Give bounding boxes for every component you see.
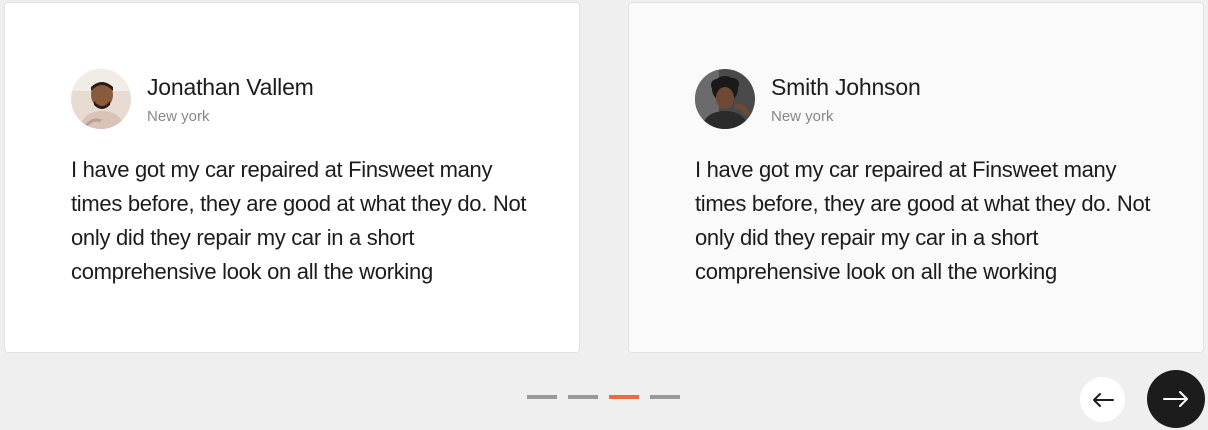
testimonial-quote: I have got my car repaired at Finsweet m…: [695, 157, 1151, 284]
testimonial-location: New york: [147, 108, 210, 125]
pagination-dot-3[interactable]: [609, 395, 639, 399]
arrow-left-icon: [1092, 392, 1114, 407]
pagination-dot-4[interactable]: [650, 395, 680, 399]
avatar: [71, 69, 131, 129]
testimonial-name: Jonathan Vallem: [147, 74, 314, 100]
next-button[interactable]: [1147, 370, 1205, 428]
pagination-dot-1[interactable]: [527, 395, 557, 399]
testimonial-card: Smith Johnson New york I have got my car…: [628, 2, 1204, 353]
prev-button[interactable]: [1080, 377, 1125, 422]
arrow-right-icon: [1163, 391, 1188, 407]
testimonial-card: Jonathan Vallem New york I have got my c…: [4, 2, 580, 353]
avatar: [695, 69, 755, 129]
testimonial-location: New york: [771, 108, 834, 125]
testimonial-name: Smith Johnson: [771, 74, 921, 100]
carousel-pagination: [527, 395, 680, 399]
pagination-dot-2[interactable]: [568, 395, 598, 399]
testimonial-quote: I have got my car repaired at Finsweet m…: [71, 157, 527, 284]
